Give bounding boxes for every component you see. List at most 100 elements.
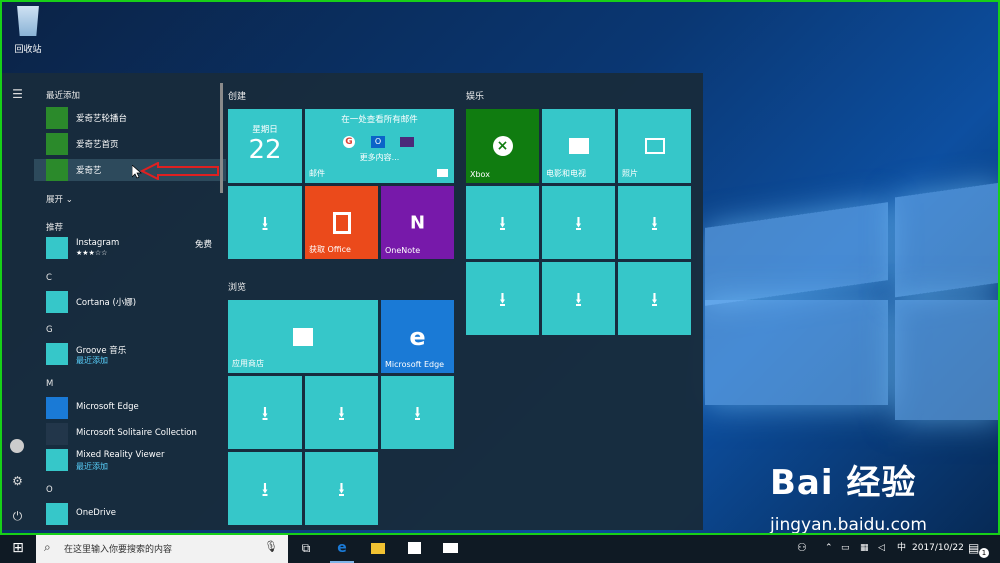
windows-logo-glow — [705, 300, 888, 405]
notification-badge: 1 — [979, 548, 989, 558]
start-menu: ☰ ⚙ ⏻ 最近添加 爱奇艺轮播台 爱奇艺首页 爱奇艺 展开 ⌄ 推荐 Inst… — [0, 73, 703, 530]
tile-get-office[interactable]: 获取 Office — [305, 186, 378, 259]
outlook-icon: O — [371, 136, 385, 148]
baidu-brand: Bai 经验 — [770, 463, 917, 503]
tile-xbox[interactable]: × Xbox — [466, 109, 539, 183]
people-icon[interactable]: ⚇ — [797, 533, 807, 563]
tile-download-placeholder[interactable]: ⭳ — [466, 186, 539, 259]
app-label: Instagram — [76, 238, 120, 248]
windows-logo-glow — [705, 202, 888, 306]
network-icon[interactable]: ▦ — [860, 533, 869, 563]
recommended-header: 推荐 — [46, 223, 64, 233]
app-groove[interactable]: Groove 音乐 最近添加 — [46, 343, 218, 365]
tile-download-placeholder[interactable]: ⭳ — [305, 376, 378, 449]
tile-microsoft-edge[interactable]: e Microsoft Edge — [381, 300, 454, 373]
recycle-bin-icon — [17, 6, 39, 36]
hamburger-menu-icon[interactable]: ☰ — [10, 87, 25, 102]
download-arrow-icon: ⭳ — [261, 476, 269, 501]
recently-added-label: 最近添加 — [76, 462, 108, 471]
onenote-logo-icon: N — [409, 212, 426, 233]
app-solitaire[interactable]: Microsoft Solitaire Collection — [46, 423, 218, 445]
app-label: Cortana (小娜) — [76, 298, 137, 308]
ime-indicator[interactable]: 中 — [897, 533, 906, 563]
app-onedrive[interactable]: OneDrive — [46, 503, 218, 525]
section-letter-c[interactable]: C — [46, 273, 52, 283]
battery-icon[interactable]: ▭ — [841, 533, 850, 563]
mail-taskbar-icon[interactable] — [438, 533, 462, 563]
download-arrow-icon: ⭳ — [261, 400, 269, 425]
section-letter-m[interactable]: M — [46, 379, 53, 389]
tile-download-placeholder[interactable]: ⭳ — [228, 452, 302, 525]
tile-download-placeholder[interactable]: ⭳ — [381, 376, 454, 449]
app-label: Mixed Reality Viewer — [76, 450, 165, 460]
tile-label: Microsoft Edge — [385, 360, 445, 369]
tile-download-placeholder[interactable]: ⭳ — [228, 376, 302, 449]
tile-label: OneNote — [385, 246, 421, 255]
task-view-icon[interactable]: ⧉ — [294, 533, 318, 563]
taskbar-search-box[interactable]: ⌕ 在这里输入你要搜索的内容 🎙 — [36, 533, 288, 563]
download-arrow-icon: ⭳ — [499, 286, 506, 311]
tile-download-placeholder[interactable]: ⭳ — [228, 186, 302, 259]
volume-icon[interactable]: ◁ — [878, 533, 885, 563]
file-explorer-icon[interactable] — [366, 533, 390, 563]
tile-label: 照片 — [622, 169, 638, 178]
recent-header: 最近添加 — [46, 91, 81, 101]
expand-toggle[interactable]: 展开 ⌄ — [46, 193, 73, 205]
group-entertainment-header: 娱乐 — [466, 92, 485, 102]
baidu-watermark: Bai 经验 jingyan.baidu.com — [770, 455, 927, 535]
windows-logo-glow — [895, 300, 1000, 420]
app-label: 爱奇艺首页 — [76, 140, 119, 150]
expand-label: 展开 — [46, 195, 64, 205]
edge-logo-icon: e — [409, 322, 426, 351]
tile-movies-tv[interactable]: 电影和电视 — [542, 109, 615, 183]
download-arrow-icon: ⭳ — [575, 286, 582, 311]
price-label: 免费 — [194, 240, 212, 250]
app-mixed-reality-viewer[interactable]: Mixed Reality Viewer 最近添加 — [46, 449, 218, 471]
app-iqiyi-home[interactable]: 爱奇艺首页 — [46, 133, 218, 155]
settings-gear-icon[interactable]: ⚙ — [10, 474, 25, 489]
tile-calendar[interactable]: 星期日 22 — [228, 109, 302, 183]
tile-label: 电影和电视 — [546, 169, 586, 178]
mixed-reality-cube-icon — [46, 449, 68, 471]
clock-date[interactable]: 2017/10/22 — [912, 533, 964, 563]
download-arrow-icon: ⭳ — [651, 286, 658, 311]
tile-download-placeholder[interactable]: ⭳ — [618, 186, 691, 259]
tile-mail[interactable]: 在一处查看所有邮件 G O 更多内容... 邮件 — [305, 109, 454, 183]
app-iqiyi-carousel[interactable]: 爱奇艺轮播台 — [46, 107, 218, 129]
tile-download-placeholder[interactable]: ⭳ — [466, 262, 539, 335]
baidu-url: jingyan.baidu.com — [770, 515, 927, 535]
app-cortana[interactable]: Cortana (小娜) — [46, 291, 218, 313]
app-instagram[interactable]: Instagram ★★★☆☆ 免费 — [46, 237, 218, 259]
recycle-bin-label: 回收站 — [14, 45, 42, 55]
tile-onenote[interactable]: N OneNote — [381, 186, 454, 259]
tile-store[interactable]: 应用商店 — [228, 300, 378, 373]
section-letter-g[interactable]: G — [46, 325, 53, 335]
download-arrow-icon: ⭳ — [261, 210, 269, 235]
recently-added-label: 最近添加 — [76, 356, 108, 365]
recycle-bin[interactable]: 回收站 — [8, 6, 48, 55]
taskbar: ⊞ ⌕ 在这里输入你要搜索的内容 🎙 ⧉ e ⚇ ⌃ ▭ ▦ ◁ 中 2017/… — [0, 533, 1000, 563]
store-taskbar-icon[interactable] — [402, 533, 426, 563]
download-arrow-icon: ⭳ — [338, 476, 345, 501]
tile-photos[interactable]: 照片 — [618, 109, 691, 183]
action-center-icon[interactable]: ▤ — [968, 533, 979, 563]
user-avatar-icon[interactable] — [10, 439, 24, 453]
app-label: 爱奇艺轮播台 — [76, 114, 128, 124]
microphone-icon[interactable]: 🎙 — [264, 540, 278, 553]
tile-download-placeholder[interactable]: ⭳ — [618, 262, 691, 335]
app-microsoft-edge[interactable]: Microsoft Edge — [46, 397, 218, 419]
onedrive-cloud-icon — [46, 503, 68, 525]
tile-download-placeholder[interactable]: ⭳ — [542, 262, 615, 335]
app-label: Microsoft Edge — [76, 402, 139, 412]
chevron-up-icon[interactable]: ⌃ — [825, 533, 833, 563]
tile-download-placeholder[interactable]: ⭳ — [542, 186, 615, 259]
group-create-header: 创建 — [228, 92, 247, 102]
power-icon[interactable]: ⏻ — [10, 509, 25, 524]
edge-taskbar-icon[interactable]: e — [330, 533, 354, 563]
tile-download-placeholder[interactable]: ⭳ — [305, 452, 378, 525]
windows-start-icon[interactable]: ⊞ — [6, 533, 30, 563]
section-letter-o[interactable]: O — [46, 485, 53, 495]
red-arrow-annotation — [140, 162, 219, 180]
cortana-icon — [46, 291, 68, 313]
google-icon: G — [343, 136, 355, 148]
